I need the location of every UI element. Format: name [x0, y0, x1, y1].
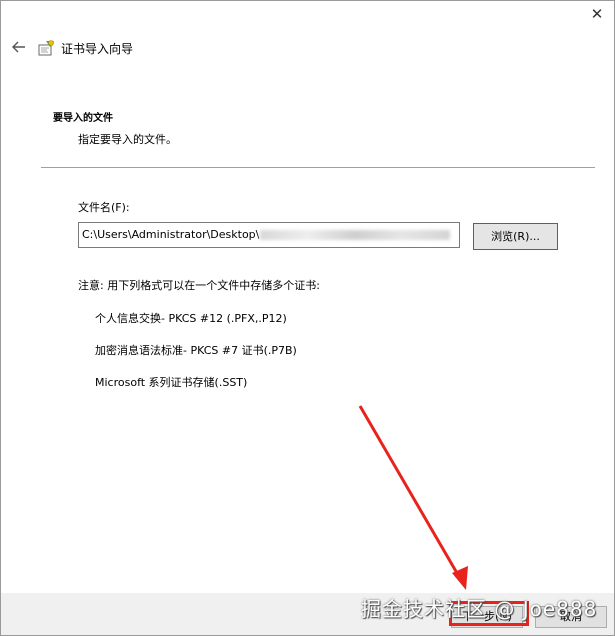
- annotation-arrow: [358, 405, 468, 590]
